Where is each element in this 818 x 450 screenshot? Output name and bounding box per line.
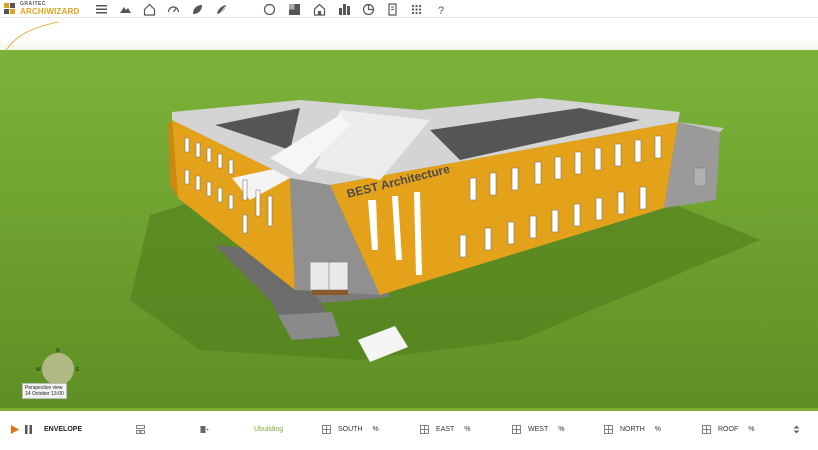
section-value: %	[558, 425, 565, 433]
section-roof[interactable]: ROOF %	[702, 421, 754, 437]
view-info: Perspective view 14 October 13:00	[22, 383, 67, 399]
top-toolbar: GRAITEC ARCHIWIZARD ?	[0, 0, 818, 18]
section-east[interactable]: EAST %	[420, 421, 471, 437]
up-down-arrows-icon[interactable]	[792, 425, 801, 434]
document-icon[interactable]	[385, 2, 399, 16]
window-grid-icon	[512, 424, 521, 434]
section-north[interactable]: NORTH %	[604, 421, 661, 437]
home-icon[interactable]	[142, 2, 156, 16]
header-band	[0, 18, 818, 52]
window-grid-icon	[322, 424, 331, 434]
building-model: BEST Architecture	[0, 50, 818, 408]
window-grid-icon	[702, 424, 711, 434]
envelope-label: ENVELOPE	[44, 425, 83, 433]
section-value: %	[372, 425, 379, 433]
hierarchy-icon[interactable]	[136, 424, 145, 434]
section-value: %	[464, 425, 471, 433]
compass-w: W	[36, 367, 41, 373]
3d-viewport[interactable]: BEST Architecture	[0, 50, 818, 408]
pause-icon[interactable]	[24, 424, 33, 434]
texture-icon[interactable]	[287, 2, 301, 16]
section-label: SOUTH	[338, 425, 363, 433]
expand-toggle[interactable]	[792, 421, 808, 437]
compass-n: N	[56, 348, 60, 354]
section-label: ROOF	[718, 425, 739, 433]
window-grid-icon	[604, 424, 613, 434]
terrain-icon[interactable]	[118, 2, 132, 16]
leaf-icon[interactable]	[190, 2, 204, 16]
add-zone-icon[interactable]	[200, 425, 209, 434]
ubuilding-label: Ubuilding	[254, 425, 284, 433]
section-label: EAST	[436, 425, 455, 433]
building-icon[interactable]	[312, 2, 326, 16]
section-west[interactable]: WEST %	[512, 421, 564, 437]
add-zone-button[interactable]	[200, 421, 216, 437]
play-icon[interactable]	[10, 424, 19, 434]
circle-icon[interactable]	[262, 2, 276, 16]
window-grid-icon	[420, 424, 429, 434]
section-label: NORTH	[620, 425, 645, 433]
chart-icon[interactable]	[361, 2, 375, 16]
building-tree-button[interactable]	[136, 421, 152, 437]
section-south[interactable]: SOUTH %	[322, 421, 379, 437]
play-button[interactable]	[10, 421, 19, 437]
date-label: 14 October 13:00	[25, 391, 64, 397]
bottom-toolbar: ENVELOPE Ubuilding SOUTH % EAST % WEST %	[0, 408, 818, 450]
gauge-icon[interactable]	[166, 2, 180, 16]
section-value: %	[748, 425, 755, 433]
leaves-icon[interactable]	[214, 2, 228, 16]
pause-button[interactable]	[24, 421, 33, 437]
help-icon[interactable]: ?	[433, 2, 447, 16]
compass-e: E	[76, 367, 80, 373]
city-icon[interactable]	[337, 2, 351, 16]
grid-dots-icon[interactable]	[409, 2, 423, 16]
section-value: %	[654, 425, 661, 433]
section-label: WEST	[528, 425, 549, 433]
menu-icon[interactable]	[94, 2, 108, 16]
svg-text:?: ?	[438, 5, 444, 16]
